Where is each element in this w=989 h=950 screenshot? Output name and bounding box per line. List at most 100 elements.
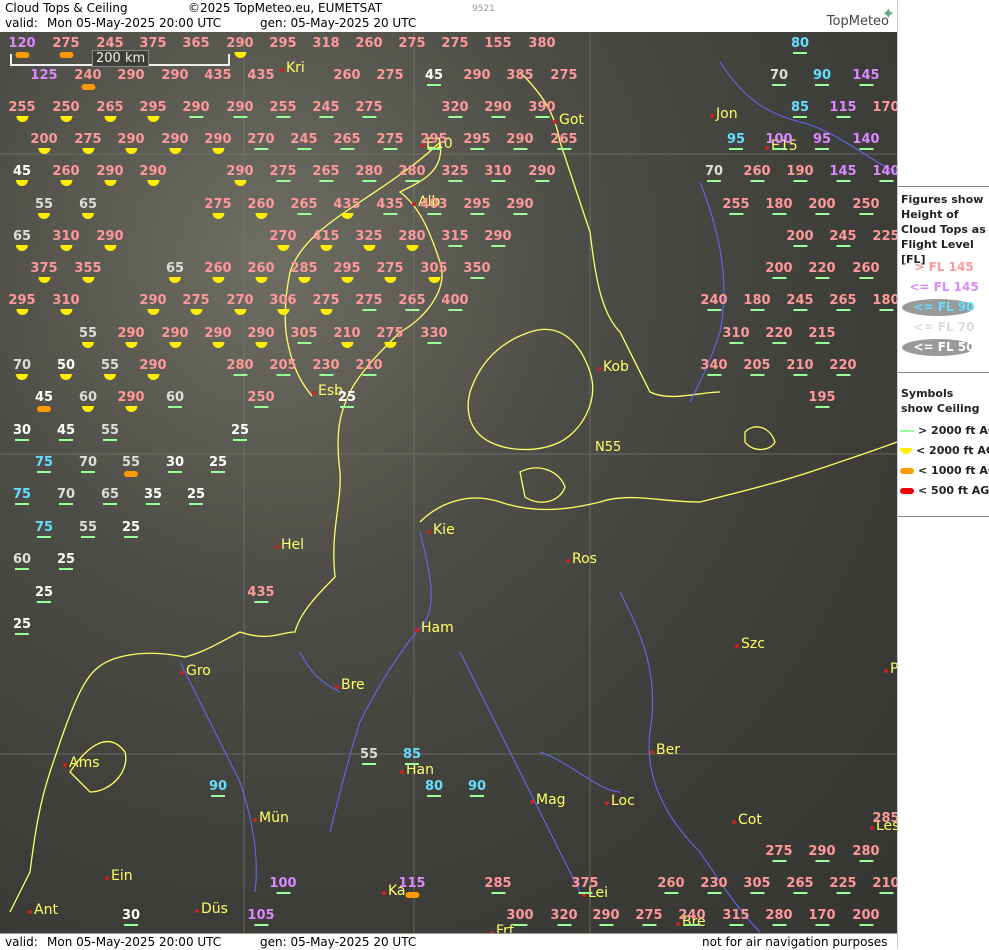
cloud-top-value: 290 xyxy=(117,132,145,147)
ceiling-above-2000-icon xyxy=(772,84,786,86)
cloud-top-label: 275 xyxy=(550,68,577,83)
cloud-top-value: 290 xyxy=(506,197,534,212)
ceiling-above-2000-icon xyxy=(878,309,893,311)
cloud-top-label: 275 xyxy=(355,100,383,118)
cloud-top-value: 290 xyxy=(226,164,254,179)
cloud-top-value: 250 xyxy=(247,390,275,405)
valid-time: Mon 05-May-2025 20:00 UTC xyxy=(47,16,222,30)
cloud-top-value: 120 xyxy=(8,36,36,51)
cloud-top-label: 65 xyxy=(79,197,97,219)
ceiling-above-2000-icon xyxy=(469,213,484,215)
cloud-top-value: 230 xyxy=(312,358,340,373)
cloud-top-label: 275 xyxy=(204,197,232,219)
ceiling-below-2000-icon xyxy=(82,406,94,412)
cloud-top-label: 320 xyxy=(550,908,578,926)
cloud-top-value: 295 xyxy=(139,100,167,115)
cloud-top-value: 280 xyxy=(765,908,793,923)
cloud-top-label: 70 xyxy=(79,455,97,473)
cloud-top-label: 25 xyxy=(122,520,140,538)
cloud-top-value: 290 xyxy=(506,132,534,147)
ceiling-above-2000-icon xyxy=(490,245,505,247)
cloud-top-label: 245 xyxy=(786,293,814,311)
cloud-top-value: 30 xyxy=(165,455,185,470)
cloud-top-label: 290 xyxy=(528,164,556,182)
cloud-top-value: 290 xyxy=(117,326,145,341)
ceiling-below-2000-icon xyxy=(103,180,116,186)
cloud-top-value: 60 xyxy=(12,552,32,567)
cloud-top-label: 260 xyxy=(657,876,685,894)
ceiling-below-2000-icon xyxy=(340,342,353,348)
city-dot-icon xyxy=(710,114,714,118)
ceiling-below-1000-icon xyxy=(80,84,95,90)
cloud-top-label: 200 xyxy=(852,908,880,926)
city-dot-icon xyxy=(412,202,416,206)
city-label: Kie xyxy=(427,522,455,538)
ceiling-below-2000-icon xyxy=(362,245,375,251)
cloud-top-value: 210 xyxy=(786,358,814,373)
ceiling-above-2000-icon xyxy=(792,309,807,311)
cloud-top-label: 435 xyxy=(247,68,274,83)
city-label: Kri xyxy=(280,60,305,76)
city-label: P xyxy=(884,661,897,677)
ceiling-above-2000-icon xyxy=(211,471,225,473)
city-label: Bre xyxy=(335,677,365,693)
ceiling-below-2000-icon xyxy=(405,245,418,251)
cloud-top-value: 290 xyxy=(463,68,491,83)
ceiling-below-2000-icon xyxy=(427,277,440,283)
cloud-top-label: 290 xyxy=(117,132,145,154)
ceiling-above-2000-icon xyxy=(858,924,873,926)
ceiling-below-2000-icon xyxy=(211,148,224,154)
city-dot-icon xyxy=(735,644,739,648)
cloud-top-value: 325 xyxy=(355,229,383,244)
city-label: Loc xyxy=(605,793,635,809)
cloud-top-label: 295 xyxy=(269,36,296,51)
ceiling-below-1000-icon xyxy=(14,52,29,58)
ceiling-below-2000-icon xyxy=(59,180,72,186)
ceiling-below-1000-icon xyxy=(124,471,138,477)
cloud-top-value: 260 xyxy=(743,164,771,179)
cloud-top-value: 45 xyxy=(56,423,76,438)
cloud-top-label: 290 xyxy=(204,326,232,348)
cloud-top-value: 435 xyxy=(247,68,275,83)
city-label: Jon xyxy=(710,106,738,122)
cloud-top-label: 55 xyxy=(79,520,97,538)
cloud-top-value: 290 xyxy=(226,100,254,115)
city-dot-icon xyxy=(553,120,557,124)
topmeteo-logo[interactable]: TopMeteo ✦ xyxy=(827,4,895,29)
ceiling-above-2000-icon xyxy=(447,245,462,247)
legend-divider xyxy=(898,372,989,373)
cloud-top-value: 275 xyxy=(204,197,232,212)
flight-level-legend-item: <= FL 50 xyxy=(913,340,975,354)
cloud-top-value: 305 xyxy=(743,876,771,891)
cloud-top-value: 295 xyxy=(463,197,491,212)
cloud-top-label: 170 xyxy=(808,908,836,926)
ceiling-above-2000-icon xyxy=(15,439,29,441)
header: Cloud Tops & Ceiling ©2025 TopMeteo.eu, … xyxy=(0,0,897,32)
cloud-top-label: 210 xyxy=(333,326,361,348)
cloud-top-label: 290 xyxy=(161,326,189,348)
cloud-top-label: 70 xyxy=(705,164,723,182)
cloud-top-label: 80 xyxy=(425,779,443,797)
cloud-top-value: 170 xyxy=(872,100,897,115)
cloud-top-value: 65 xyxy=(12,229,32,244)
cloud-top-value: 25 xyxy=(230,423,250,438)
ceiling-below-2000-icon xyxy=(169,277,181,283)
cloud-top-value: 230 xyxy=(700,876,728,891)
ceiling-above-2000-icon xyxy=(405,763,419,765)
cloud-top-label: 270 xyxy=(269,229,297,251)
symbols-legend-title: Symbols show Ceiling xyxy=(901,387,980,415)
weather-map[interactable]: 200 km N55 Kri Got Jon Esb E10 E15 Alb Kob Kie He… xyxy=(0,32,897,933)
cloud-top-label: 310 xyxy=(52,293,80,315)
footer-valid-time: Mon 05-May-2025 20:00 UTC xyxy=(47,935,222,949)
cloud-top-value: 245 xyxy=(96,36,124,51)
cloud-top-value: 280 xyxy=(398,229,426,244)
cloud-top-label: 403 xyxy=(420,197,448,215)
cloud-top-value: 200 xyxy=(808,197,836,212)
cloud-top-value: 290 xyxy=(161,326,189,341)
ceiling-legend-item: < 1000 ft AGL xyxy=(900,464,989,477)
city-label: Hel xyxy=(275,537,304,553)
ceiling-above-2000-icon xyxy=(835,309,850,311)
cloud-top-label: 225 xyxy=(872,229,897,244)
cloud-top-label: 140 xyxy=(852,132,880,150)
ceiling-above-2000-icon xyxy=(15,503,29,505)
